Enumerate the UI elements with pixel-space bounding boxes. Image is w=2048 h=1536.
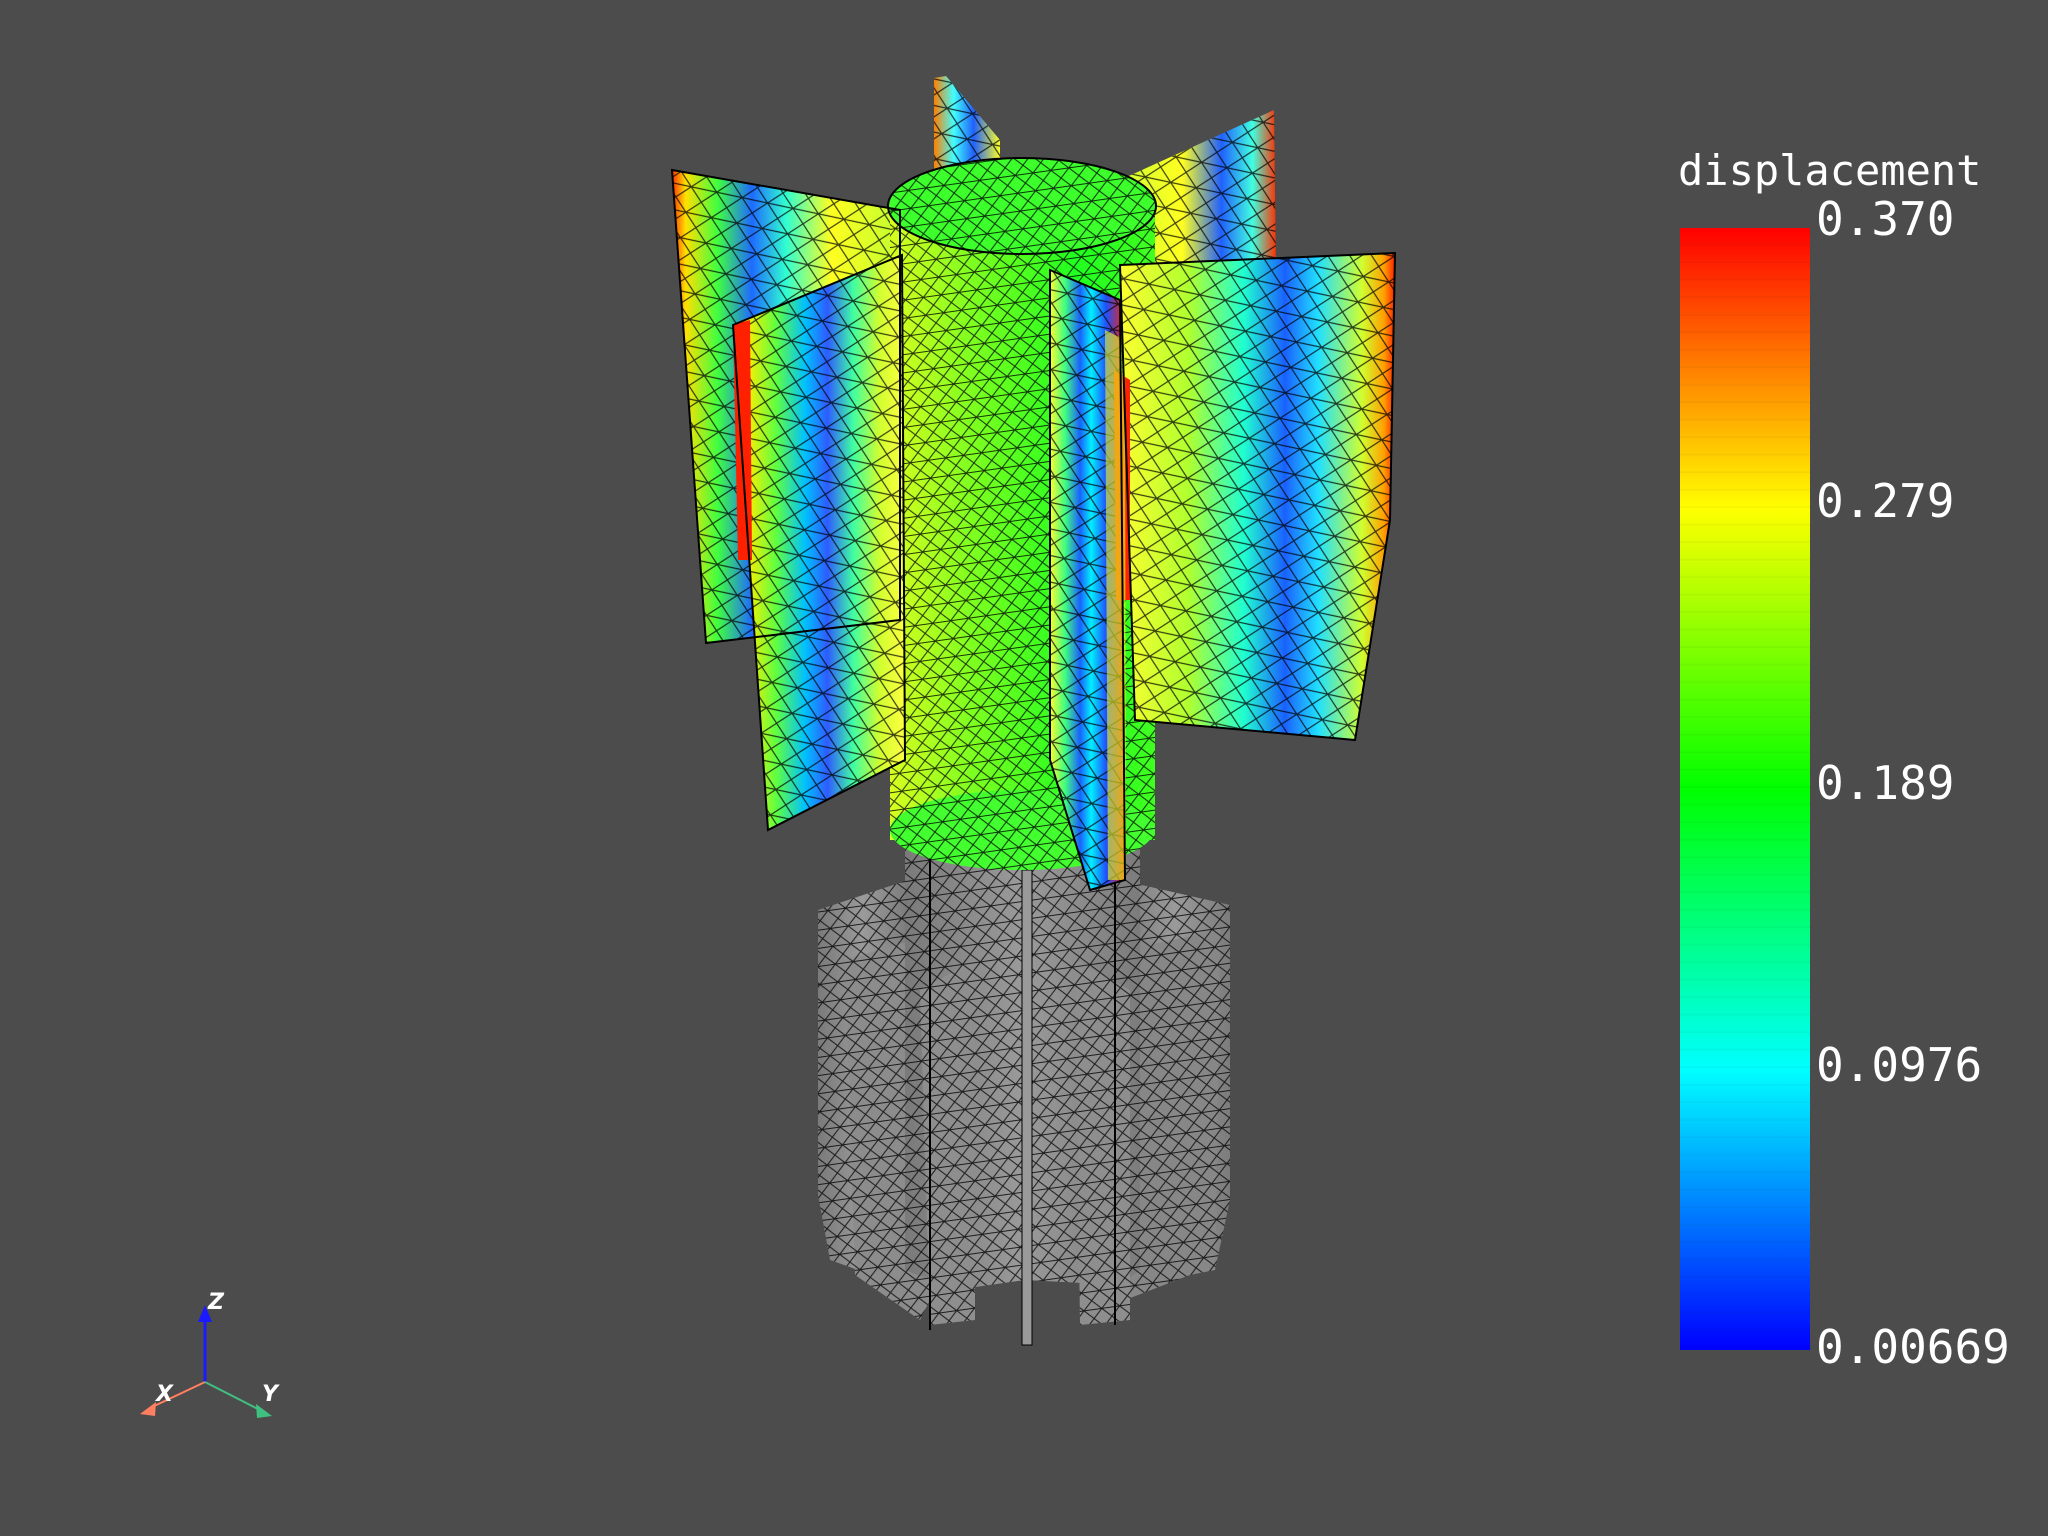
mesh-model[interactable] <box>670 76 1397 1346</box>
x-axis-arrow <box>140 1402 156 1416</box>
x-axis-label: X <box>156 1382 173 1407</box>
colorbar-gradient <box>1680 228 1810 1350</box>
upper-colored-section <box>670 76 1397 892</box>
z-axis-label: Z <box>208 1290 224 1315</box>
y-axis <box>204 1381 261 1411</box>
colorbar-tick-min: 0.00669 <box>1816 1320 2010 1374</box>
colorbar-tick-3: 0.189 <box>1816 756 1955 810</box>
colorbar-title: displacement <box>1678 146 1982 195</box>
colorbar-tick-2: 0.279 <box>1816 474 1955 528</box>
y-axis-label: Y <box>262 1382 278 1407</box>
lower-gray-section <box>818 800 1230 1346</box>
colorbar-tick-max: 0.370 <box>1816 192 1955 246</box>
colorbar-tick-4: 0.0976 <box>1816 1038 1983 1092</box>
